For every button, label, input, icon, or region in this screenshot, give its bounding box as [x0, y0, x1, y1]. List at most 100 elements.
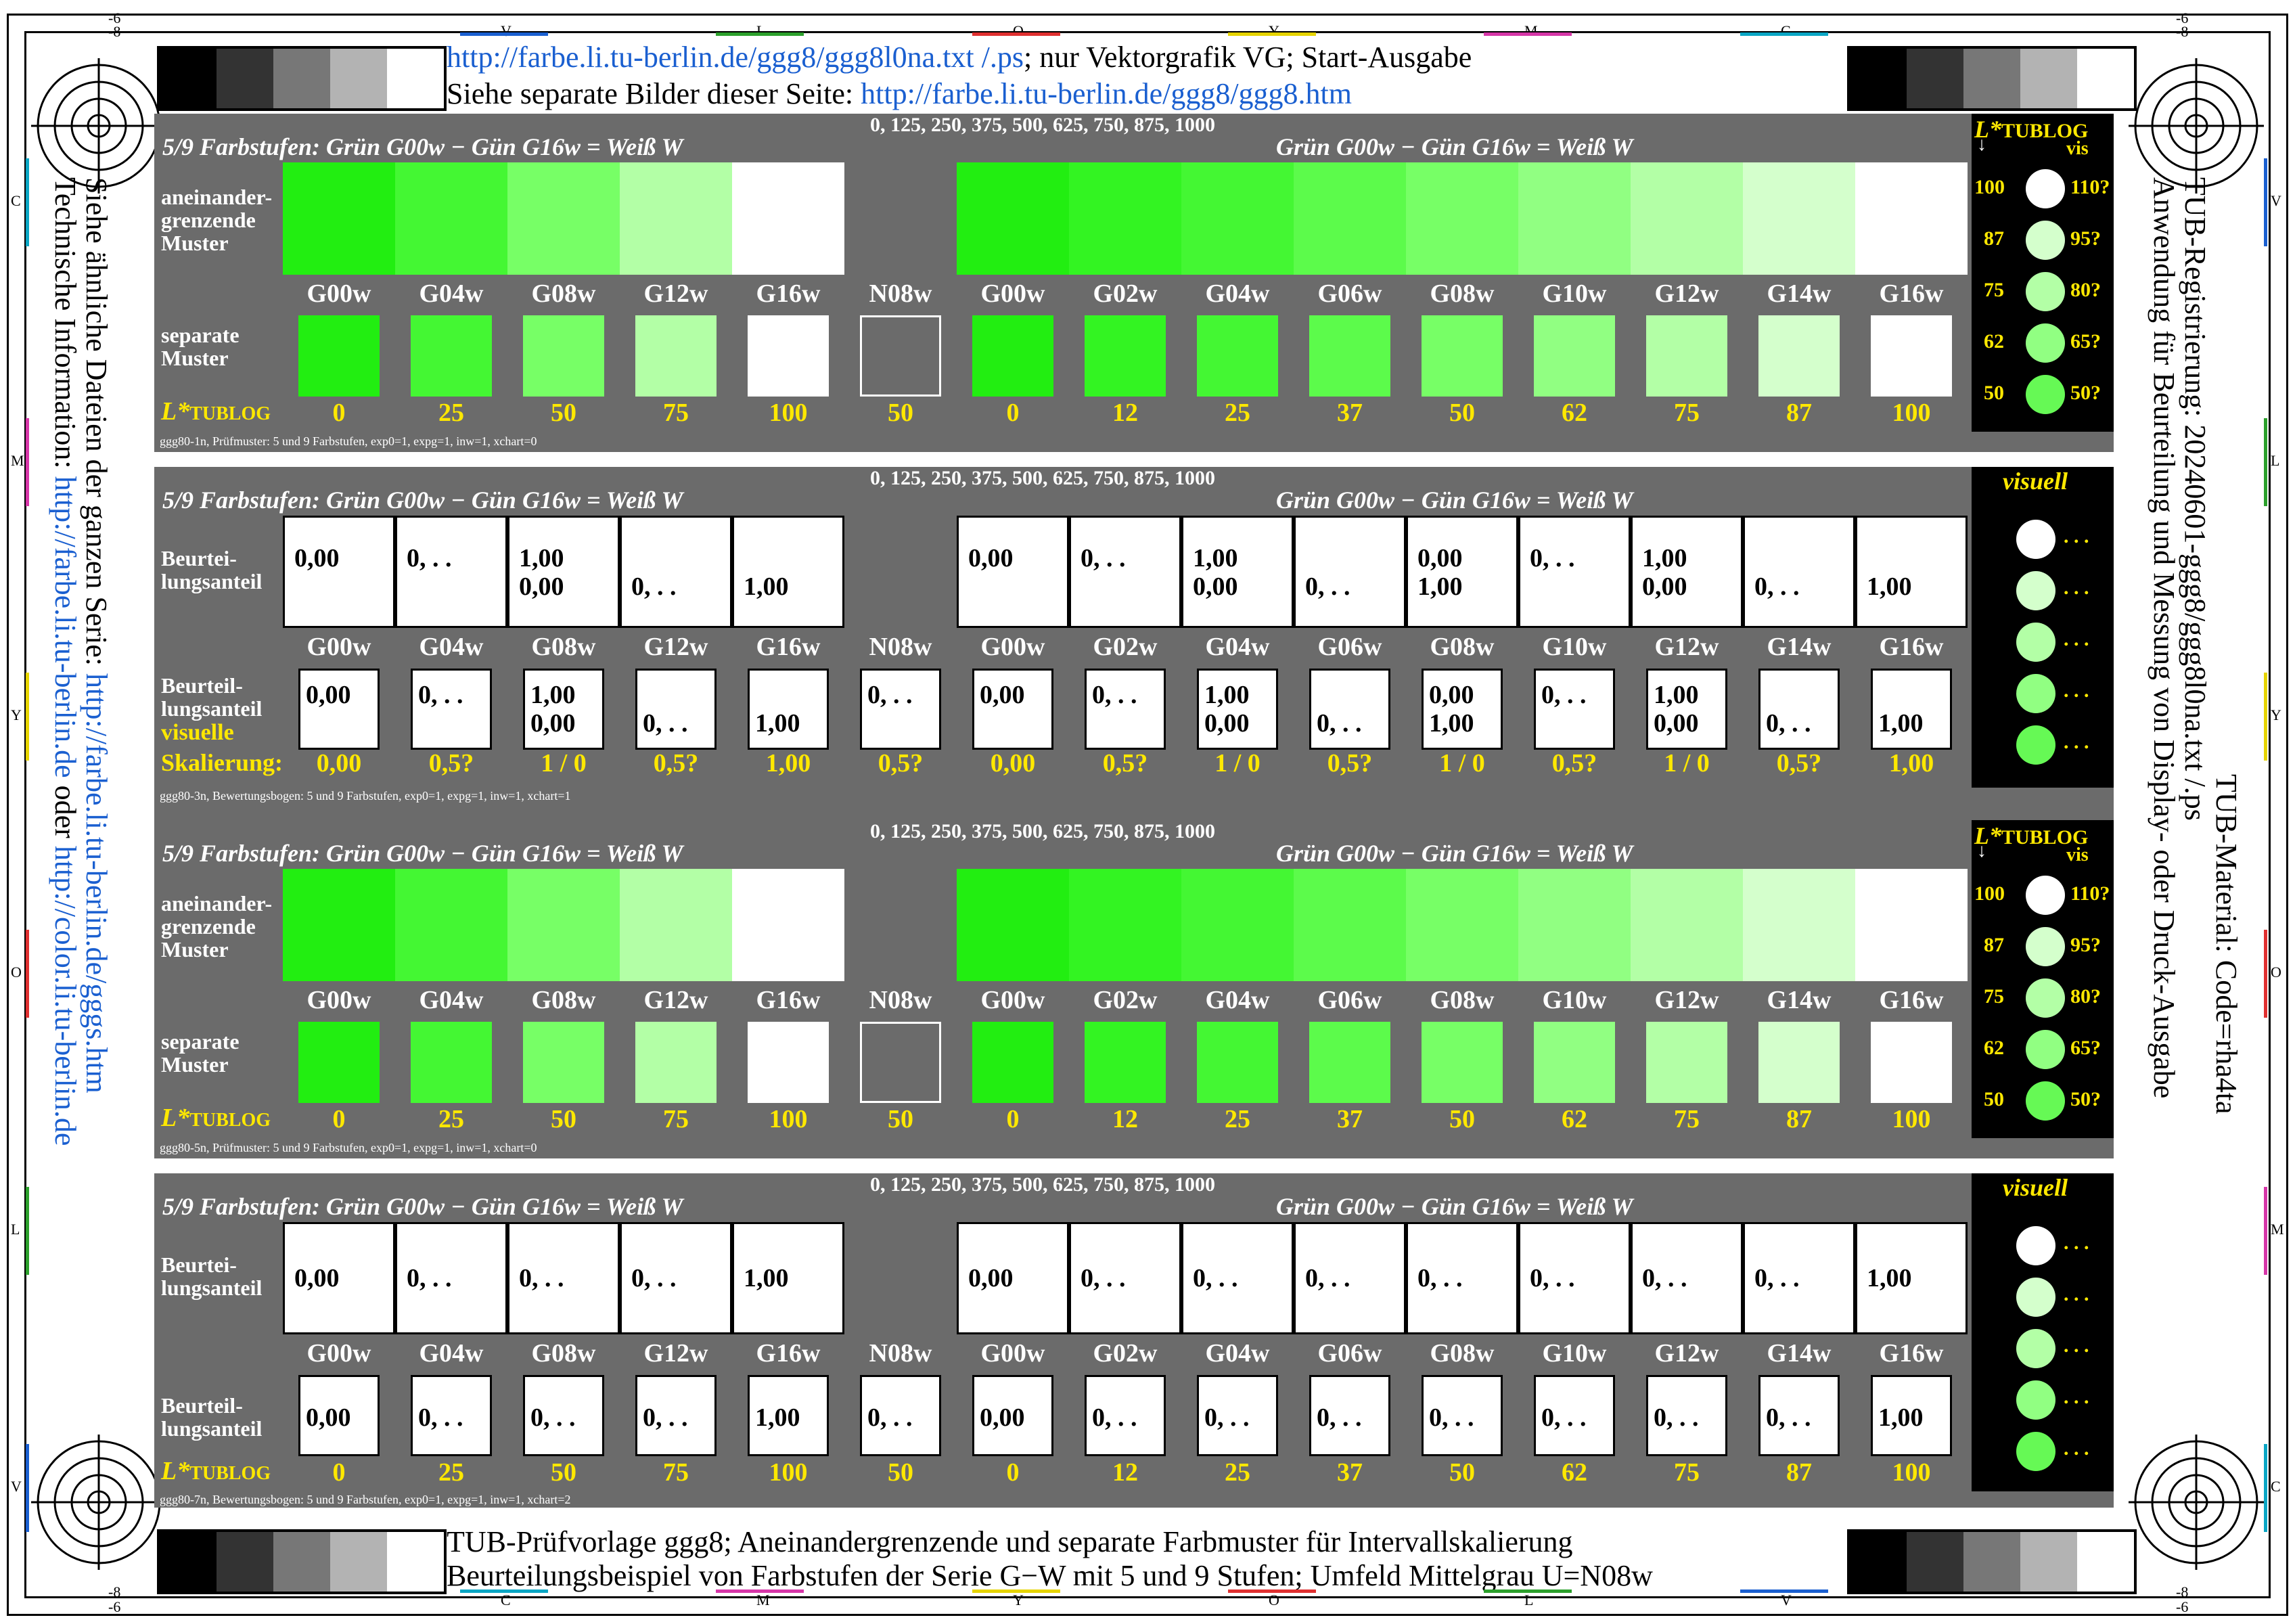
- color-code-13: G14w: [1767, 279, 1832, 308]
- judgement-bottom-value-10: 0, . .: [1429, 1403, 1474, 1432]
- lstar-value-4: 100: [769, 399, 808, 427]
- judgement-bottom-cell-9: 0, . .: [1309, 669, 1390, 750]
- judgement-top-cell-4: 1,00: [732, 1222, 844, 1334]
- lstar-value-6: 0: [1006, 1105, 1020, 1133]
- color-code-7: G02w: [1093, 986, 1158, 1014]
- color-code-0: G00w: [306, 279, 371, 308]
- adjacent-swatch-10: [1406, 869, 1518, 981]
- scale-side-panel: visuell . . . . . . . . . . . . . . .: [1972, 467, 2114, 788]
- color-code-6: G00w: [980, 633, 1045, 661]
- side-scale-right-2: 80?: [2070, 279, 2101, 301]
- panel-title-left: 5/9 Farbstufen: Grün G00w − Gün G16w = W…: [162, 840, 683, 867]
- edge-label-bottom-2: Y: [1013, 1592, 1024, 1608]
- judgement-bottom-value-a-5: 0, . .: [867, 681, 913, 709]
- color-code-8: G04w: [1205, 1339, 1270, 1368]
- edge-label-right-2: Y: [2271, 706, 2281, 723]
- side-scale-right-2: 80?: [2070, 985, 2101, 1008]
- judgement-top-value-a-11: 0, . .: [1530, 544, 1575, 572]
- color-code-14: G16w: [1879, 1339, 1944, 1368]
- registration-mark-bottom-left: [31, 1435, 166, 1570]
- judgement-top-value-a-12: 1,00: [1642, 544, 1687, 572]
- scale-circle-4: [2026, 375, 2065, 414]
- registration-mark-top-right: [2129, 58, 2264, 194]
- judgement-bottom-cell-8: 1,00 0,00: [1197, 669, 1278, 750]
- edge-bar-left-1: [26, 418, 29, 506]
- panel-title-left: 5/9 Farbstufen: Grün G00w − Gün G16w = W…: [162, 1193, 683, 1220]
- judgement-top-value-b-9: 0, . .: [1305, 572, 1350, 601]
- scale-circle-2: [2026, 272, 2065, 311]
- edge-bar-right-3: [2264, 930, 2267, 1018]
- adjacent-swatch-12: [1631, 162, 1743, 275]
- left-side-link-2[interactable]: http://farbe.li.tu-berlin.de: [49, 476, 82, 778]
- color-code-12: G12w: [1654, 633, 1719, 661]
- judgement-bottom-cell-11: 0, . .: [1534, 669, 1615, 750]
- left-side-link-1[interactable]: http://farbe.li.tu-berlin.de/gggs.htm: [80, 673, 113, 1093]
- judgement-bottom-value-a-2: 1,00: [530, 681, 576, 709]
- left-side-text-3: oder: [49, 777, 82, 846]
- scale-side-panel: L*TUBLOG vis ↓ 100 110? 87 95? 75 80? 62 65? 50 50?: [1972, 820, 2114, 1138]
- color-code-2: G08w: [531, 986, 596, 1014]
- edge-label-left-5: V: [11, 1478, 22, 1495]
- adjacent-swatch-11: [1518, 162, 1631, 275]
- lstar-value-5: 50: [888, 1458, 913, 1487]
- judgement-bottom-value-b-12: 0,00: [1654, 709, 1699, 738]
- judgement-top-value-11: 0, . .: [1530, 1264, 1575, 1292]
- judgement-bottom-value-b-10: 1,00: [1429, 709, 1474, 738]
- edge-label-bottom-5: V: [1781, 1592, 1792, 1608]
- label-separate-patterns: separate Muster: [161, 1029, 240, 1077]
- judgement-top-cell-1: 0, . .: [395, 1222, 507, 1334]
- scale-circle-0: [2026, 169, 2065, 208]
- judgement-bottom-cell-3: 0, . .: [635, 669, 717, 750]
- adjacent-swatch-0: [283, 869, 395, 981]
- judgement-bottom-value-b-9: 0, . .: [1317, 709, 1362, 738]
- header-link-1[interactable]: http://farbe.li.tu-berlin.de/ggg8/ggg8l0…: [447, 41, 1024, 74]
- lstar-symbol: L*: [161, 1104, 190, 1132]
- edge-label-right-0: V: [2271, 192, 2281, 209]
- lstar-value-row: 0 25 50 75 100 50 0 12 25 37 50 62 75 87 100: [283, 1458, 1968, 1487]
- edge-bar-top-2: [972, 32, 1060, 36]
- adjacent-swatch-4: [732, 869, 844, 981]
- judgement-top-value-a-7: 0, . .: [1081, 544, 1126, 572]
- left-side-line-2: Technische Information: http://farbe.li.…: [48, 177, 83, 1146]
- separate-swatch-5: [860, 315, 941, 397]
- judgement-bottom-value-a-10: 0,00: [1429, 681, 1474, 709]
- edge-label-right-3: O: [2271, 964, 2281, 980]
- scale-dots-1: . . .: [2064, 577, 2089, 599]
- adjacent-swatch-3: [620, 162, 732, 275]
- judgement-top-value-b-3: 0, . .: [631, 572, 677, 601]
- separate-swatch-11: [1534, 315, 1615, 397]
- color-code-10: G08w: [1430, 1339, 1495, 1368]
- judgement-top-value-a-0: 0,00: [294, 544, 340, 572]
- color-code-4: G16w: [756, 633, 821, 661]
- header-link-2[interactable]: http://farbe.li.tu-berlin.de/ggg8/ggg8.h…: [861, 77, 1352, 110]
- lstar-value-14: 100: [1892, 1458, 1931, 1487]
- scale-dots-3: . . .: [2064, 1386, 2089, 1408]
- right-side-line-3: TUB-Material: Code=rha4ta: [2210, 774, 2243, 1114]
- left-side-link-3[interactable]: http://color.li.tu-berlin.de: [49, 846, 82, 1146]
- lstar-value-0: 0: [332, 1105, 346, 1133]
- side-scale-left-4: 50: [1984, 382, 2004, 404]
- judgement-bottom-value-14: 1,00: [1878, 1403, 1924, 1432]
- side-scale-left-0: 100: [1974, 176, 2005, 198]
- adjacent-swatch-12: [1631, 869, 1743, 981]
- judgement-bottom-cell-7: 0, . .: [1085, 669, 1166, 750]
- color-code-13: G14w: [1767, 986, 1832, 1014]
- separate-swatch-12: [1646, 1022, 1727, 1103]
- scale-circle-0: [2026, 876, 2065, 915]
- color-code-14: G16w: [1879, 986, 1944, 1014]
- judgement-bottom-value-3: 0, . .: [643, 1403, 688, 1432]
- scaling-value-9: 0,5?: [1327, 749, 1373, 777]
- side-scale-left-0: 100: [1974, 882, 2005, 905]
- visuell-label: visuell: [2003, 468, 2068, 495]
- color-code-8: G04w: [1205, 279, 1270, 308]
- judgement-bottom-cell-3: 0, . .: [635, 1375, 717, 1456]
- judgement-bottom-cell-7: 0, . .: [1085, 1375, 1166, 1456]
- judgement-bottom-cell-14: 1,00: [1871, 669, 1952, 750]
- adjacent-swatch-13: [1743, 162, 1855, 275]
- label-judgement-2: Beurteil-lungsanteil: [161, 1393, 263, 1441]
- color-code-7: G02w: [1093, 279, 1158, 308]
- color-code-13: G14w: [1767, 633, 1832, 661]
- judgement-top-value-a-2: 1,00: [519, 544, 564, 572]
- judgement-top-value-7: 0, . .: [1081, 1264, 1126, 1292]
- judgement-top-cell-0: 0,00: [283, 516, 395, 628]
